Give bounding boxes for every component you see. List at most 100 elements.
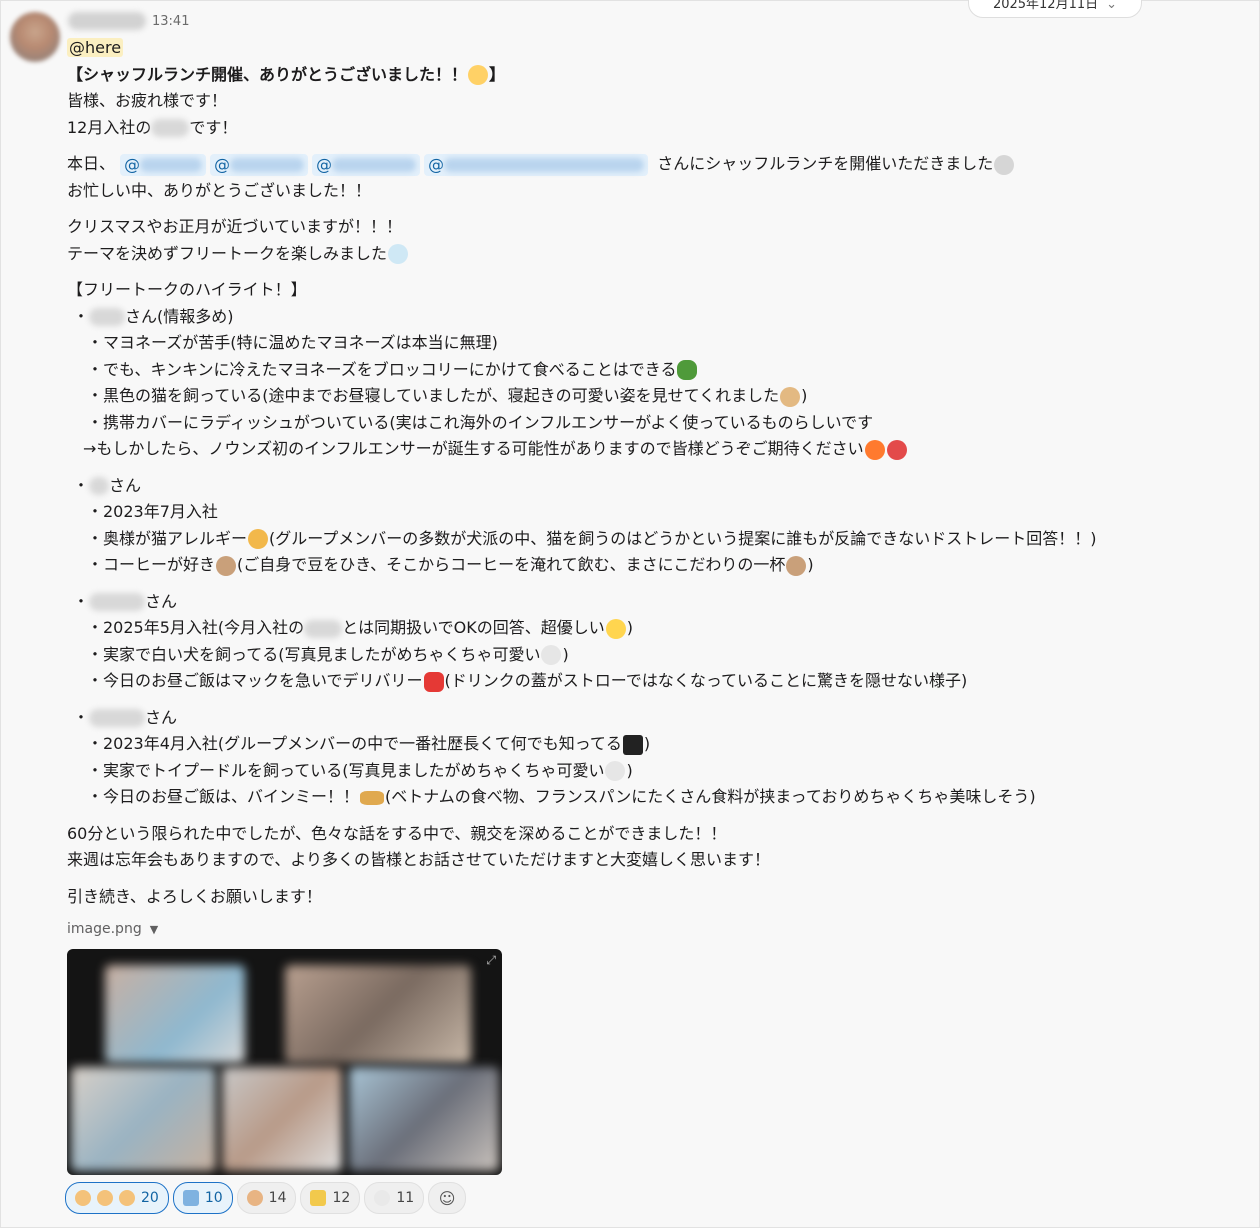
- person-2-item: ・コーヒーが好き (ご自身で豆をひき、そこからコーヒーを淹れて飲む、まさにこだわり…: [67, 552, 1247, 579]
- thanks-icon: [182, 1190, 199, 1206]
- message-body: @here 【シャッフルランチ開催、ありがとうございました！！ 】 皆様、お疲れ様…: [67, 35, 1247, 910]
- redacted-mention: [332, 158, 417, 172]
- coffee-icon: [786, 555, 807, 576]
- attached-image[interactable]: ⤢: [67, 949, 502, 1175]
- video-tile: [222, 1067, 342, 1171]
- item-text: (ベトナムの食べ物、フランスパンにたくさん食料が挟まっておりめちゃくちゃ美味しそ…: [385, 787, 1036, 806]
- item-text: ・コーヒーが好き: [87, 555, 216, 574]
- item-text: ・実家で白い犬を飼ってる(写真見ましたがめちゃくちゃ可愛い: [87, 644, 541, 664]
- closing-line-1: 60分という限られた中でしたが、色々な話をする中で、親交を深めることができました…: [67, 823, 727, 843]
- item-text: ・今日のお昼ご飯は、バインミー！！: [87, 787, 360, 806]
- user-mention[interactable]: @: [120, 153, 207, 176]
- cat-icon: [780, 386, 801, 407]
- title-text: 【シャッフルランチ開催、ありがとうございました！！: [67, 64, 468, 84]
- xmas-line-2: テーマを決めずフリートークを楽しみました: [67, 241, 1247, 268]
- reaction-cat[interactable]: 12: [300, 1182, 361, 1214]
- person-3-item: ・実家で白い犬を飼ってる(写真見ましたがめちゃくちゃ可愛い): [67, 642, 1247, 669]
- person-1-item: →もしかしたら、ノウンズ初のインフルエンサーが誕生する可能性がありますので皆様ど…: [67, 436, 1247, 463]
- reaction-dog[interactable]: 14: [236, 1182, 297, 1214]
- sender-name[interactable]: [68, 12, 146, 30]
- avatar[interactable]: [10, 12, 60, 62]
- at-sign: @: [124, 154, 141, 174]
- rice-ball-icon: [994, 154, 1015, 175]
- redacted-mention: [140, 158, 203, 172]
- user-mention[interactable]: @: [424, 153, 649, 176]
- today-line: 本日、 @ @ @ @ さんにシャッフルランチを開催いただきました: [67, 151, 1247, 178]
- poodle-icon: [605, 761, 626, 781]
- redacted-name: [89, 709, 146, 727]
- intro-post: です！: [189, 117, 238, 137]
- at-sign: @: [214, 154, 231, 174]
- clap-icon: [97, 1190, 113, 1206]
- intro-pre: 12月入社の: [67, 117, 152, 137]
- redacted-mention: [230, 158, 305, 172]
- add-reaction-button[interactable]: ☺: [428, 1182, 467, 1214]
- person-1-header: ・さん(情報多め): [73, 306, 234, 326]
- item-text: ・今日のお昼ご飯はマックを急いでデリバリー: [87, 671, 423, 690]
- dots-icon: [374, 1190, 391, 1206]
- person-4-item: ・実家でトイプードルを飼っている(写真見ましたがめちゃくちゃ可愛い): [67, 758, 1247, 785]
- fire-icon: [864, 439, 885, 460]
- person-3-suffix: さん: [145, 591, 178, 611]
- person-2-item: ・2023年7月入社: [87, 502, 218, 521]
- reaction-count: 14: [268, 1190, 287, 1206]
- reaction-count: 20: [141, 1190, 159, 1206]
- add-emoji-icon: ☺: [438, 1188, 456, 1208]
- greeting-line: 皆様、お疲れ様です！: [67, 91, 228, 110]
- person-3-header: ・さん: [73, 591, 178, 611]
- fries-icon: [423, 671, 444, 692]
- item-text: ・奥様が猫アレルギー: [87, 528, 248, 548]
- reactions-bar: 20 10 14 12 11 ☺: [65, 1182, 467, 1214]
- party-popper-icon: [468, 65, 489, 85]
- reaction-dots[interactable]: 11: [364, 1182, 425, 1214]
- clap-icon: [75, 1190, 91, 1206]
- reaction-clap[interactable]: 20: [65, 1182, 169, 1214]
- person-1-suffix: さん(情報多め): [125, 306, 234, 326]
- item-text: ・でも、キンキンに冷えたマヨネーズをブロッコリーにかけて食べることはできる: [87, 359, 677, 379]
- cat-face-icon: [248, 529, 269, 549]
- baguette-icon: [360, 790, 385, 805]
- video-tile: [285, 965, 471, 1063]
- item-text: とは同期扱いでOKの回答、超優しい: [342, 618, 605, 637]
- person-3-item: ・今日のお昼ご飯はマックを急いでデリバリー (ドリンクの蓋がストローではなくなって…: [67, 668, 1247, 695]
- dog-icon: [541, 645, 562, 665]
- user-mention[interactable]: @: [210, 153, 309, 176]
- reaction-count: 11: [396, 1190, 415, 1206]
- paren-close: ): [801, 386, 808, 405]
- redacted-mention: [444, 158, 645, 172]
- reaction-count: 10: [204, 1190, 223, 1206]
- intro-line: 12月入社の です！: [67, 115, 1247, 142]
- thanks-line: お忙しい中、ありがとうございました！！: [67, 180, 372, 200]
- paren-close: ): [643, 734, 651, 753]
- date-divider-pill[interactable]: 2025年12月11日 ⌄: [968, 0, 1142, 18]
- person-4-item: ・2023年4月入社(グループメンバーの中で一番社歴長くて何でも知ってる): [67, 731, 1247, 758]
- person-1-item: ・携帯カバーにラディッシュがついている(実はこれ海外のインフルエンサーがよく使っ…: [87, 412, 874, 432]
- item-text: (ドリンクの蓋がストローではなくなっていることに驚きを隠せない様子): [444, 671, 968, 690]
- here-mention[interactable]: @here: [67, 38, 124, 57]
- person-4-suffix: さん: [145, 707, 178, 727]
- person-1-item: ・マヨネーズが苦手(特に温めたマヨネーズは本当に無理): [87, 333, 498, 352]
- dog-face-icon: [246, 1190, 263, 1206]
- item-text: ・2023年4月入社(グループメンバーの中で一番社歴長くて何でも知ってる: [87, 734, 622, 753]
- target-icon: [886, 439, 907, 460]
- clap-icon: [119, 1190, 135, 1206]
- snowman-icon: [388, 244, 409, 264]
- expand-icon[interactable]: ⤢: [486, 953, 496, 968]
- graduation-cap-icon: [622, 734, 643, 755]
- redacted-name: [151, 119, 190, 137]
- attachment-label[interactable]: image.png ▼: [67, 921, 158, 937]
- person-1-item: ・黒色の猫を飼っている(途中までお昼寝していましたが、寝起きの可愛い姿を見せてく…: [67, 383, 1247, 410]
- person-2-item: ・奥様が猫アレルギー (グループメンバーの多数が犬派の中、猫を飼うのはどうかという…: [67, 526, 1247, 553]
- timestamp[interactable]: 13:41: [152, 14, 189, 29]
- reaction-thanks[interactable]: 10: [172, 1182, 233, 1214]
- video-tile: [349, 1067, 499, 1171]
- item-text: ・実家でトイプードルを飼っている(写真見ましたがめちゃくちゃ可愛い: [87, 760, 605, 780]
- item-text: ・黒色の猫を飼っている(途中までお昼寝していましたが、寝起きの可愛い姿を見せてく…: [87, 386, 780, 405]
- today-pre: 本日、: [67, 154, 116, 173]
- broccoli-icon: [677, 360, 698, 380]
- caret-down-icon[interactable]: ▼: [150, 923, 158, 936]
- person-2-suffix: さん: [109, 475, 142, 495]
- title-close: 】: [489, 64, 506, 84]
- redacted-name: [89, 308, 126, 326]
- user-mention[interactable]: @: [312, 153, 421, 176]
